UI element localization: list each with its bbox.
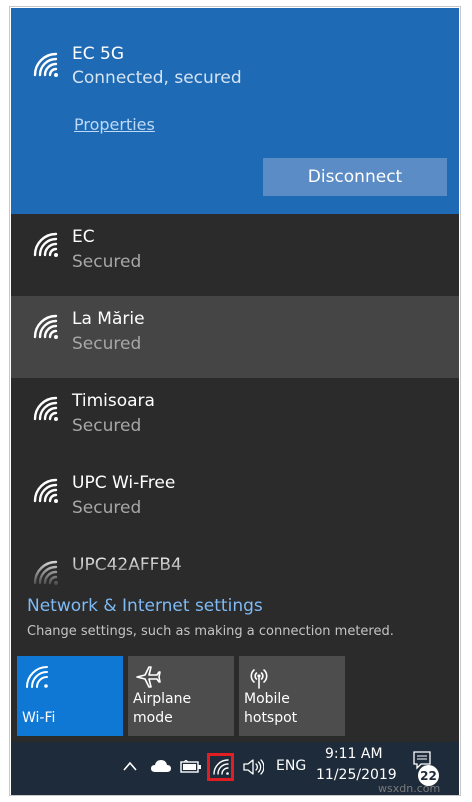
cloud-icon[interactable]: [150, 759, 172, 773]
network-item-ec[interactable]: EC Secured: [11, 214, 459, 296]
connected-network[interactable]: EC 5G Connected, secured Properties Disc…: [11, 8, 459, 214]
input-language[interactable]: ENG: [276, 758, 306, 774]
wifi-icon[interactable]: [212, 758, 230, 776]
network-name: UPC42AFFB4: [72, 555, 182, 575]
network-status: Secured: [72, 252, 142, 272]
network-settings-description: Change settings, such as making a connec…: [27, 624, 394, 639]
tile-label: Mobile hotspot: [244, 691, 298, 726]
battery-icon[interactable]: [180, 760, 202, 774]
page-background-top: [0, 0, 472, 8]
network-name: La Mărie: [72, 309, 145, 329]
clock-time[interactable]: 9:11 AM: [325, 746, 383, 762]
wifi-tile[interactable]: Wi-Fi: [17, 656, 123, 736]
wifi-signal-icon: [31, 394, 61, 422]
network-flyout: EC 5G Connected, secured Properties Disc…: [11, 8, 459, 742]
properties-link[interactable]: Properties: [74, 115, 155, 134]
clock-date[interactable]: 11/25/2019: [316, 767, 397, 783]
mobile-hotspot-tile[interactable]: Mobile hotspot: [239, 656, 345, 736]
network-status: Secured: [72, 416, 142, 436]
connected-network-status: Connected, secured: [72, 68, 242, 88]
network-name: EC: [72, 227, 95, 247]
disconnect-button[interactable]: Disconnect: [263, 158, 447, 196]
network-item-la-marie[interactable]: La Mărie Secured: [11, 296, 459, 378]
network-status: Secured: [72, 498, 142, 518]
wifi-icon: [24, 664, 50, 690]
tile-label: Airplane mode: [133, 691, 192, 726]
wifi-signal-icon: [31, 230, 61, 258]
network-status: Secured: [72, 334, 142, 354]
chevron-up-icon[interactable]: [122, 760, 138, 772]
wifi-signal-icon: [31, 50, 61, 78]
watermark: wsxdn.com: [378, 782, 441, 795]
connected-network-name: EC 5G: [72, 44, 125, 64]
airplane-mode-tile[interactable]: Airplane mode: [128, 656, 234, 736]
network-name: Timisoara: [72, 391, 155, 411]
network-settings-link[interactable]: Network & Internet settings: [27, 596, 263, 616]
hotspot-icon: [246, 664, 272, 690]
wifi-signal-icon: [31, 312, 61, 340]
network-item-timisoara[interactable]: Timisoara Secured: [11, 378, 459, 460]
wifi-signal-icon: [31, 558, 61, 586]
airplane-icon: [135, 664, 161, 690]
network-name: UPC Wi-Free: [72, 473, 176, 493]
volume-icon[interactable]: [242, 758, 264, 776]
tile-label: Wi-Fi: [22, 710, 56, 726]
network-item-upc-wi-free[interactable]: UPC Wi-Free Secured: [11, 460, 459, 542]
wifi-signal-icon: [31, 476, 61, 504]
